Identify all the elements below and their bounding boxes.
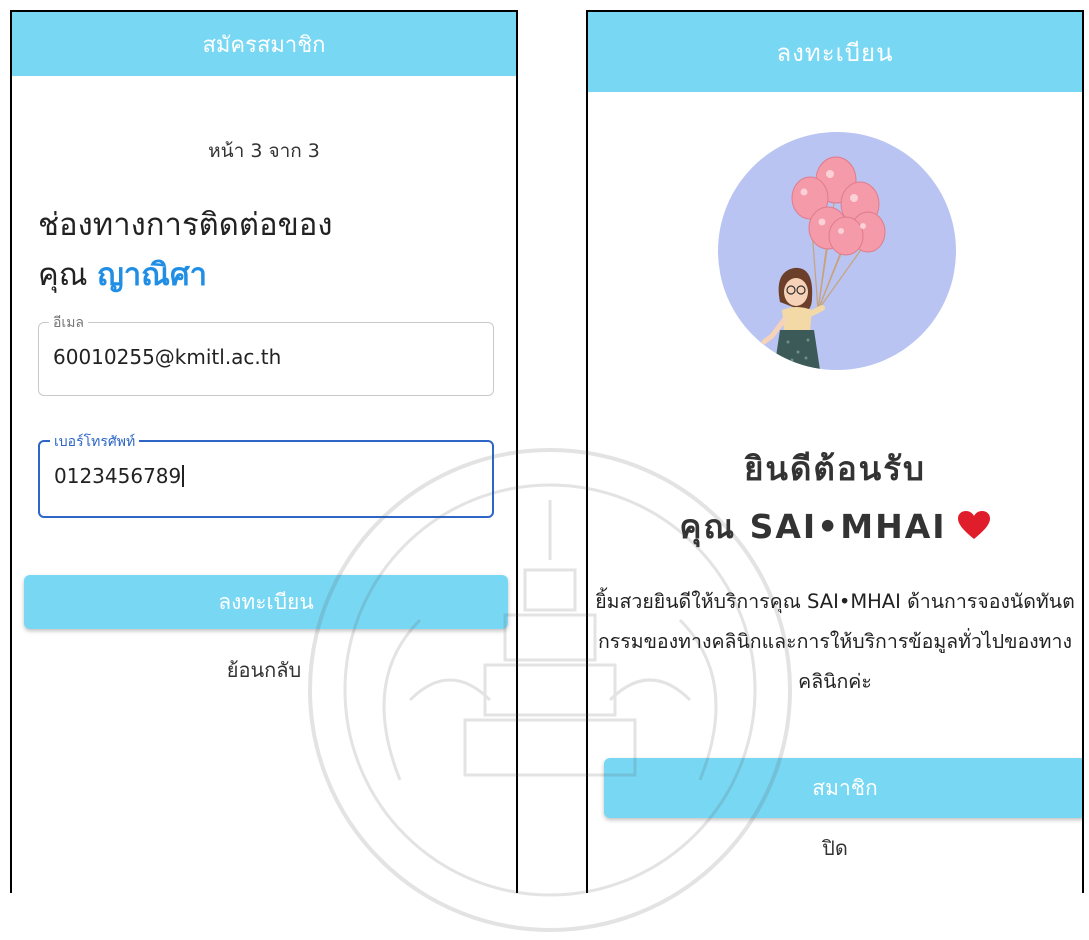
avatar — [718, 132, 956, 370]
member-button-label: สมาชิก — [812, 775, 878, 800]
contact-heading: ช่องทางการติดต่อของ คุณ ญาณิศา — [38, 200, 333, 300]
welcome-username-text: คุณ SAI•MHAI — [679, 507, 947, 546]
contact-heading-line1: ช่องทางการติดต่อของ — [38, 207, 333, 243]
register-button[interactable]: ลงทะเบียน — [24, 575, 508, 629]
welcome-username: คุณ SAI•MHAI — [588, 500, 1082, 553]
heading-prefix: คุณ — [38, 257, 88, 293]
phone-field[interactable]: เบอร์โทรศัพท์ 0123456789 — [38, 431, 494, 518]
step-indicator: หน้า 3 จาก 3 — [208, 140, 320, 162]
close-link[interactable]: ปิด — [588, 832, 1082, 864]
woman-with-balloons-illustration — [761, 156, 886, 370]
phone-label: เบอร์โทรศัพท์ — [50, 431, 140, 453]
phone-input[interactable]: 0123456789 — [54, 464, 478, 488]
registration-success-screen: ลงทะเบียน ยินดีต้อนรับ คุณ SAI•MHAI ยิ้ม… — [586, 10, 1084, 893]
register-button-label: ลงทะเบียน — [218, 589, 314, 614]
welcome-description: ยิ้มสวยยินดีให้บริการคุณ SAI•MHAI ด้านกา… — [595, 590, 1075, 693]
email-label: อีเมล — [49, 312, 89, 334]
text-caret — [182, 465, 185, 487]
header-bar: สมัครสมาชิก — [12, 12, 516, 76]
heart-icon — [957, 509, 991, 548]
registration-step3-screen: สมัครสมาชิก หน้า 3 จาก 3 ช่องทางการติดต่… — [10, 10, 518, 893]
header-title: สมัครสมาชิก — [202, 32, 326, 58]
user-name: ญาณิศา — [97, 257, 208, 293]
email-input[interactable]: 60010255@kmitl.ac.th — [53, 345, 479, 369]
email-field[interactable]: อีเมล 60010255@kmitl.ac.th — [38, 312, 494, 396]
header-title: ลงทะเบียน — [776, 38, 894, 67]
phone-value: 0123456789 — [54, 464, 182, 488]
contact-heading-line2: คุณ ญาณิศา — [38, 250, 333, 300]
member-button[interactable]: สมาชิก — [604, 758, 1082, 818]
header-bar: ลงทะเบียน — [588, 12, 1082, 92]
welcome-heading: ยินดีต้อนรับ — [744, 449, 926, 488]
back-link[interactable]: ย้อนกลับ — [12, 654, 516, 686]
